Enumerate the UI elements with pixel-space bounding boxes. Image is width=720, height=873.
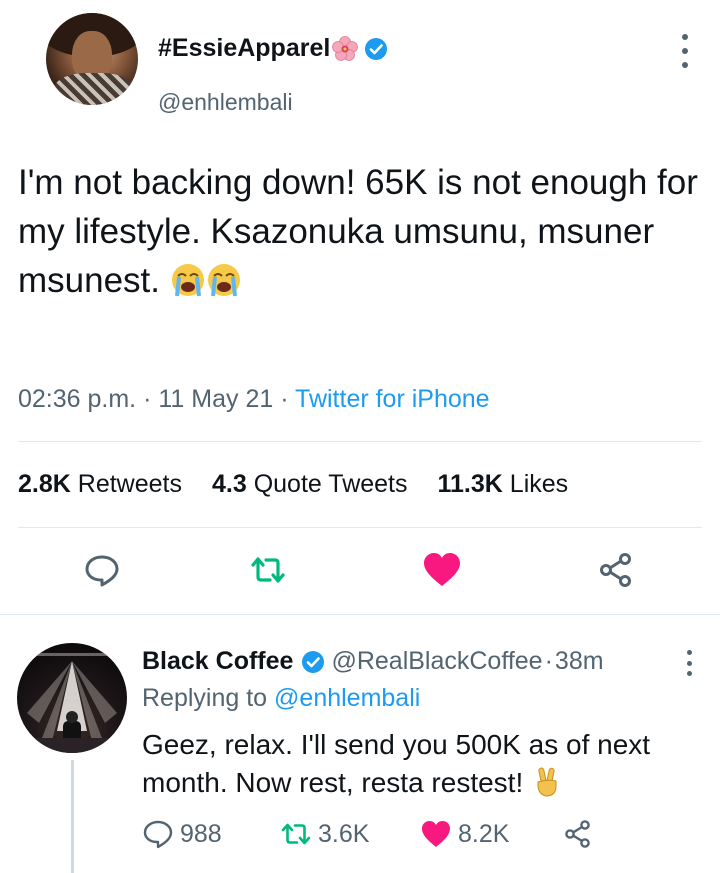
replying-prefix: Replying to: [142, 684, 268, 712]
dot: [686, 660, 692, 666]
dot: [682, 62, 688, 68]
likes-label: Likes: [509, 470, 569, 498]
tweet-text: I'm not backing down! 65K is not enough …: [18, 163, 698, 300]
separator: ·: [280, 385, 289, 413]
divider: [0, 614, 720, 615]
reply-avatar[interactable]: [17, 643, 127, 753]
victory-hand-emoji-icon: [531, 766, 563, 798]
retweet-button[interactable]: [248, 550, 288, 595]
replying-to-mention[interactable]: @enhlembali: [274, 684, 420, 712]
reply-author-handle[interactable]: @RealBlackCoffee: [331, 647, 542, 676]
dot: [682, 34, 688, 40]
retweet-count: 3.6K: [318, 819, 370, 848]
tweet-date[interactable]: 11 May 21: [158, 385, 273, 413]
hibiscus-emoji-icon: [332, 35, 359, 62]
reply-text: Geez, relax. I'll send you 500K as of ne…: [142, 729, 651, 798]
verified-badge-icon: [364, 37, 388, 61]
reply-text-block: Geez, relax. I'll send you 500K as of ne…: [142, 726, 702, 802]
dot: [682, 48, 688, 54]
like-button[interactable]: [422, 550, 462, 595]
quotes-count: 4.3: [211, 470, 247, 498]
more-options-icon[interactable]: [680, 34, 690, 68]
tweet-text-block: I'm not backing down! 65K is not enough …: [18, 158, 698, 305]
reply-reply-button[interactable]: 988: [142, 818, 222, 850]
avatar-scarf: [54, 73, 134, 105]
dot: [686, 671, 692, 676]
reply-retweet-button[interactable]: 3.6K: [280, 818, 369, 850]
reply-share-button[interactable]: [562, 818, 600, 850]
retweet-icon: [251, 557, 285, 583]
retweets-label: Retweets: [77, 470, 182, 498]
avatar[interactable]: [46, 13, 138, 105]
reply-author-name[interactable]: Black Coffee: [142, 647, 293, 676]
retweets-count: 2.8K: [18, 470, 71, 498]
tweet-stats: 2.8K Retweets 4.3 Quote Tweets 11.3K Lik…: [18, 470, 568, 499]
heart-filled-icon: [422, 821, 450, 847]
reply-button[interactable]: [82, 550, 122, 595]
tweet-source-link[interactable]: Twitter for iPhone: [295, 385, 490, 413]
separator: ·: [544, 647, 553, 675]
replying-to: Replying to @enhlembali: [142, 684, 420, 713]
tweet-meta: 02:36 p.m. · 11 May 21 · Twitter for iPh…: [18, 385, 490, 414]
reply-like-button[interactable]: 8.2K: [420, 818, 509, 850]
stage-lights-image: [17, 653, 127, 753]
thread-line: [71, 760, 74, 873]
share-icon: [565, 820, 590, 848]
reply-count: 988: [180, 819, 222, 848]
share-icon: [600, 553, 631, 587]
share-button[interactable]: [596, 550, 636, 595]
heart-filled-icon: [424, 553, 460, 586]
reply-more-options-icon[interactable]: [685, 650, 693, 676]
quote-tweets-stat[interactable]: 4.3 Quote Tweets: [212, 470, 408, 499]
quotes-label: Quote Tweets: [253, 470, 408, 498]
likes-stat[interactable]: 11.3K Likes: [438, 470, 569, 499]
loudly-crying-face-emoji-icon: [170, 262, 206, 298]
dot: [686, 650, 692, 655]
author-name[interactable]: #EssieApparel: [158, 34, 330, 63]
verified-badge-icon: [301, 650, 325, 674]
tweet-time[interactable]: 02:36 p.m.: [18, 385, 136, 413]
likes-count: 11.3K: [437, 470, 503, 498]
like-count: 8.2K: [458, 819, 510, 848]
retweet-icon: [281, 823, 311, 845]
divider: [18, 527, 702, 528]
loudly-crying-face-emoji-icon: [206, 262, 242, 298]
author-handle[interactable]: @enhlembali: [158, 89, 293, 116]
reply-header: Black Coffee @RealBlackCoffee · 38m: [142, 647, 604, 676]
reply-icon: [85, 555, 119, 587]
reply-icon: [143, 820, 173, 849]
reply-time[interactable]: 38m: [555, 647, 604, 676]
divider: [18, 441, 702, 442]
retweets-stat[interactable]: 2.8K Retweets: [18, 470, 182, 499]
separator: ·: [143, 385, 152, 413]
author-name-row[interactable]: #EssieApparel: [158, 34, 388, 63]
